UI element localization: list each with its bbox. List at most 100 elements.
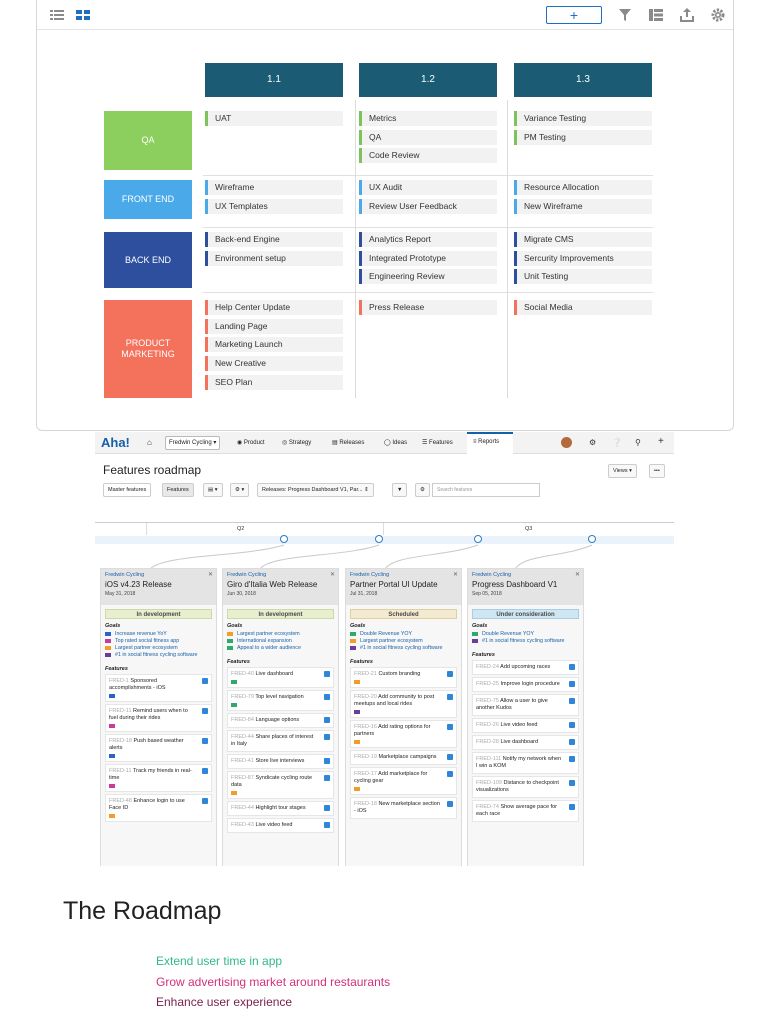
settings-dropdown[interactable]: ⚙ ▾ (230, 483, 250, 497)
feature-item[interactable]: FRED-25 Improve login procedure (472, 677, 579, 692)
goal-item[interactable]: Top rated social fitness app (105, 638, 212, 644)
feature-item[interactable]: FRED-44 Highlight tour stages (227, 801, 334, 816)
feature-card[interactable]: Migrate CMS (514, 232, 652, 247)
checkbox-icon[interactable] (569, 804, 575, 810)
release-title[interactable]: Partner Portal UI Update (350, 580, 457, 589)
checkbox-icon[interactable] (324, 822, 330, 828)
goal-item[interactable]: Largest partner ecosystem (350, 638, 457, 644)
feature-item[interactable]: FRED-20 Add community to post meetups an… (350, 690, 457, 718)
feature-card[interactable]: Press Release (359, 300, 497, 315)
goal-item[interactable]: Largest partner ecosystem (105, 645, 212, 651)
goal-item[interactable]: #1 in social fitness cycling software (105, 652, 212, 658)
checkbox-icon[interactable] (324, 694, 330, 700)
releases-filter[interactable]: Releases: Progress Dashboard V1, Par... … (257, 483, 374, 497)
nav-releases[interactable]: ▤ Releases (332, 439, 364, 446)
search-icon[interactable]: ⚲ (635, 438, 641, 447)
feature-item[interactable]: FRED-44 Share places of interest in Ital… (227, 730, 334, 752)
feature-item[interactable]: FRED-24 Add upcoming races (472, 660, 579, 675)
feature-card[interactable]: New Wireframe (514, 198, 652, 214)
checkbox-icon[interactable] (202, 708, 208, 714)
checkbox-icon[interactable] (569, 780, 575, 786)
feature-card[interactable]: Social Media (514, 300, 652, 315)
feature-card[interactable]: SEO Plan (205, 374, 343, 390)
feature-card[interactable]: Analytics Report (359, 232, 497, 247)
status-badge[interactable]: In development (105, 609, 212, 619)
filter-button[interactable]: ▼ (392, 483, 408, 497)
nav-features[interactable]: ☰ Features (422, 439, 453, 446)
nav-product[interactable]: ◉ Product (237, 439, 265, 446)
feature-card[interactable]: Review User Feedback (359, 198, 497, 214)
feature-card[interactable]: Variance Testing (514, 111, 652, 126)
checkbox-icon[interactable] (569, 756, 575, 762)
feature-item[interactable]: FRED-21 Custom branding (350, 667, 457, 688)
feature-card[interactable]: New Creative (205, 356, 343, 372)
checkbox-icon[interactable] (324, 805, 330, 811)
feature-item[interactable]: FRED-79 Top level navigation (227, 690, 334, 711)
nav-reports[interactable]: ≡ Reports (473, 439, 499, 445)
feature-item[interactable]: FRED-1 Sponsored accomplishments - iOS (105, 674, 212, 702)
close-icon[interactable]: ✕ (575, 571, 580, 578)
feature-card[interactable]: UAT (205, 111, 343, 126)
goal-item[interactable]: Double Revenue YOY (472, 631, 579, 637)
checkbox-icon[interactable] (447, 694, 453, 700)
workspace-selector[interactable]: Fredwin Cycling ▾ (165, 436, 221, 450)
goal-item[interactable]: #1 in social fitness cycling software (350, 645, 457, 651)
feature-card[interactable]: Marketing Launch (205, 337, 343, 353)
filter-icon[interactable] (617, 7, 633, 23)
goal-item[interactable]: #1 in social fitness cycling software (472, 638, 579, 644)
feature-item[interactable]: FRED-16 Add rating options for partners (350, 720, 457, 748)
columns-icon[interactable] (648, 7, 664, 23)
checkbox-icon[interactable] (569, 739, 575, 745)
nav-ideas[interactable]: ◯ Ideas (384, 439, 407, 446)
status-badge[interactable]: In development (227, 609, 334, 619)
feature-item[interactable]: FRED-84 Language options (227, 713, 334, 728)
feature-card[interactable]: Wireframe (205, 180, 343, 195)
release-product[interactable]: Fredwin Cycling (350, 572, 457, 578)
close-icon[interactable]: ✕ (208, 571, 213, 578)
checkbox-icon[interactable] (202, 798, 208, 804)
release-product[interactable]: Fredwin Cycling (105, 572, 212, 578)
feature-card[interactable]: UX Templates (205, 198, 343, 214)
calendar-dropdown[interactable]: ▤ ▾ (203, 483, 223, 497)
feature-item[interactable]: FRED-17 Add marketplace for cycling gear (350, 767, 457, 795)
feature-card[interactable]: QA (359, 129, 497, 145)
feature-item[interactable]: FRED-11 Track my friends in real-time (105, 764, 212, 792)
search-features-input[interactable]: Search features (432, 483, 540, 497)
release-product[interactable]: Fredwin Cycling (472, 572, 579, 578)
add-icon[interactable]: + (658, 436, 664, 447)
feature-item[interactable]: FRED-48 Enhance login to use Face ID (105, 794, 212, 822)
release-card[interactable]: Fredwin Cycling Progress Dashboard V1 Sep … (467, 568, 584, 866)
feature-card[interactable]: Resource Allocation (514, 180, 652, 195)
gear-icon[interactable] (710, 7, 726, 23)
feature-card[interactable]: Help Center Update (205, 300, 343, 315)
feature-item[interactable]: FRED-28 Live dashboard (472, 735, 579, 750)
goal-item[interactable]: Double Revenue YOY (350, 631, 457, 637)
feature-item[interactable]: FRED-40 Live dashboard (227, 667, 334, 688)
feature-card[interactable]: Engineering Review (359, 269, 497, 285)
checkbox-icon[interactable] (324, 671, 330, 677)
tab-master-features[interactable]: Master features (103, 483, 152, 497)
feature-item[interactable]: FRED-19 Marketplace campaigns (350, 750, 457, 765)
feature-item[interactable]: FRED-11 Remind users when to fuel during… (105, 704, 212, 732)
feature-card[interactable]: Environment setup (205, 250, 343, 266)
feature-item[interactable]: FRED-26 Live video feed (472, 718, 579, 733)
checkbox-icon[interactable] (447, 771, 453, 777)
tab-features[interactable]: Features (162, 483, 194, 497)
feature-card[interactable]: Metrics (359, 111, 497, 126)
release-title[interactable]: Progress Dashboard V1 (472, 580, 579, 589)
more-options-button[interactable]: ••• (649, 464, 665, 478)
feature-card[interactable]: Landing Page (205, 318, 343, 334)
checkbox-icon[interactable] (569, 664, 575, 670)
checkbox-icon[interactable] (569, 681, 575, 687)
close-icon[interactable]: ✕ (453, 571, 458, 578)
goal-item[interactable]: Appeal to a wider audience (227, 645, 334, 651)
release-card[interactable]: Fredwin Cycling iOS v4.23 Release May 31, … (100, 568, 217, 866)
gear-button[interactable]: ⚙ (415, 483, 430, 497)
feature-card[interactable]: Sercurity Improvements (514, 250, 652, 266)
checkbox-icon[interactable] (324, 758, 330, 764)
release-title[interactable]: iOS v4.23 Release (105, 580, 212, 589)
checkbox-icon[interactable] (569, 698, 575, 704)
checkbox-icon[interactable] (447, 724, 453, 730)
goal-item[interactable]: Largest partner ecosystem (227, 631, 334, 637)
close-icon[interactable]: ✕ (330, 571, 335, 578)
